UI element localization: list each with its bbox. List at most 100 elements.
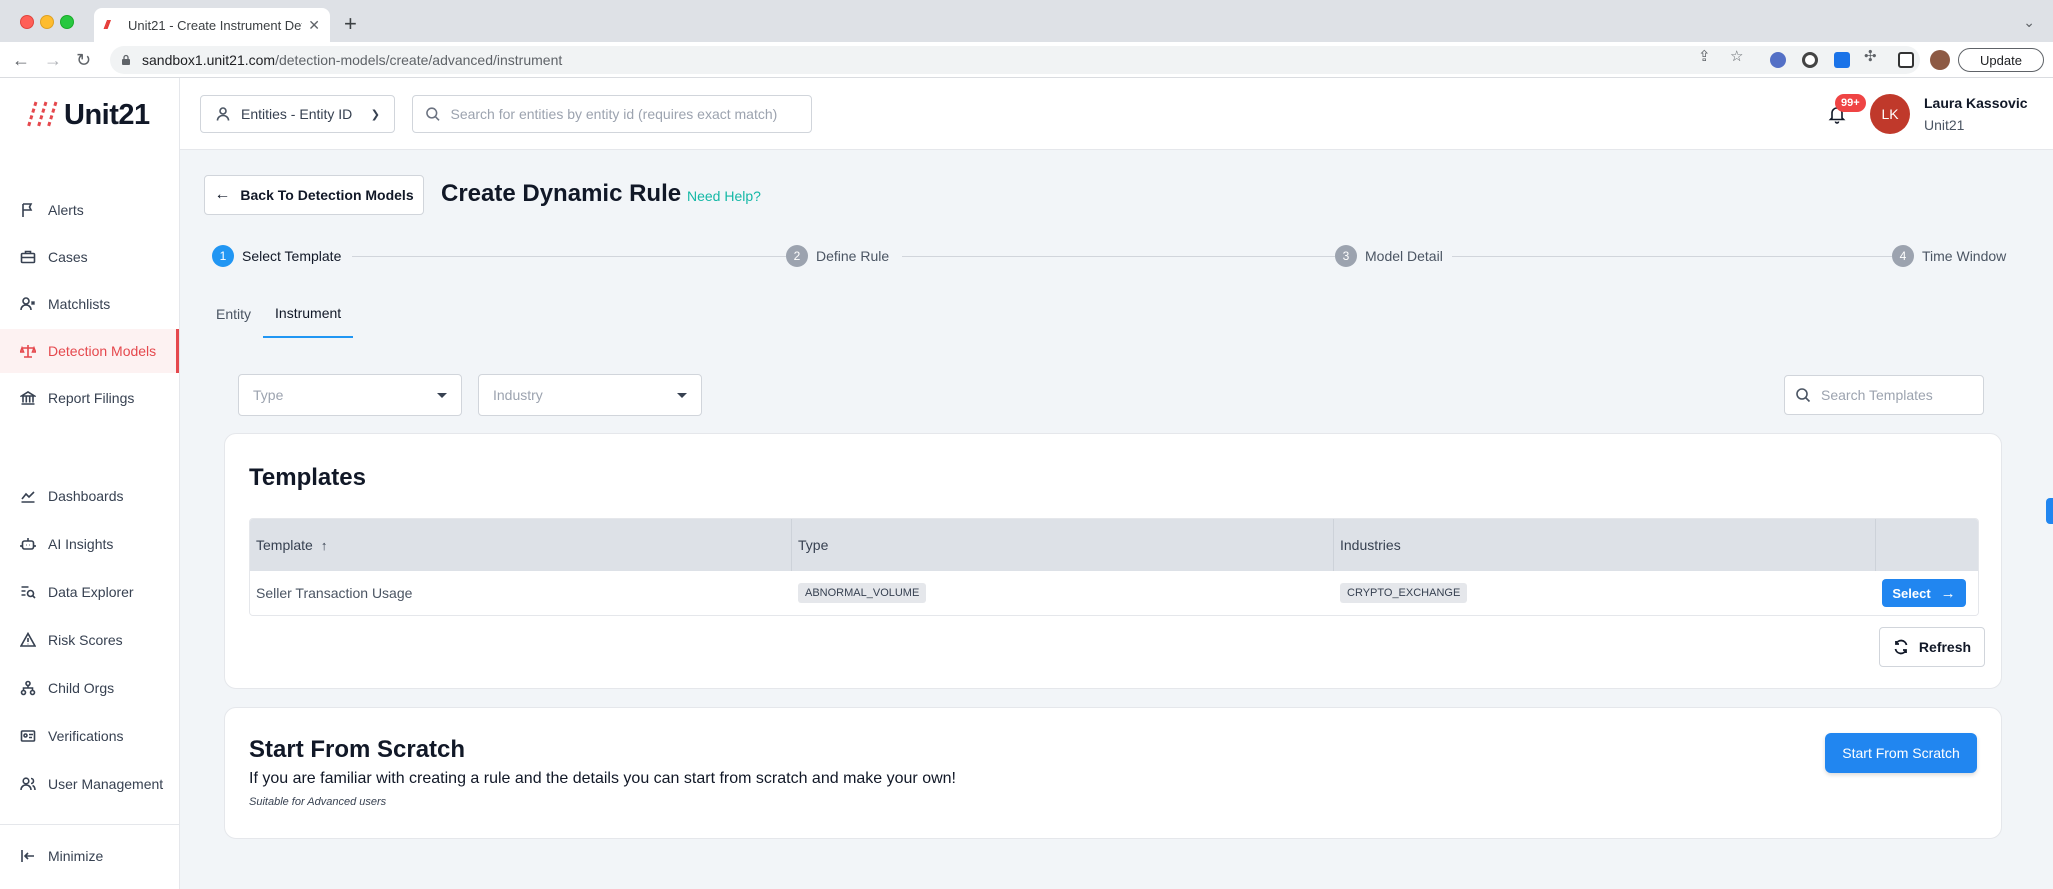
unit21-logo[interactable]: Unit21 xyxy=(26,98,150,132)
back-to-detection-models-button[interactable]: ← Back To Detection Models xyxy=(204,175,424,215)
url-path: /detection-models/create/advanced/instru… xyxy=(275,52,563,68)
step-number: 4 xyxy=(1892,245,1914,267)
window-close-button[interactable] xyxy=(20,15,34,29)
window-zoom-button[interactable] xyxy=(60,15,74,29)
sidebar-item-label: Matchlists xyxy=(48,296,111,312)
type-filter-select[interactable]: Type xyxy=(238,374,462,416)
address-bar[interactable]: sandbox1.unit21.com/detection-models/cre… xyxy=(110,46,1920,74)
tab-instrument[interactable]: Instrument xyxy=(263,290,354,338)
entity-type-select[interactable]: Entities - Entity ID ❯ xyxy=(200,95,395,133)
sidebar-item-label: Alerts xyxy=(48,202,84,218)
browser-profile-avatar[interactable] xyxy=(1930,50,1950,70)
entity-search-box xyxy=(412,95,812,133)
need-help-link[interactable]: Need Help? xyxy=(687,188,761,204)
sidebar-item-detection-models[interactable]: Detection Models xyxy=(0,329,179,373)
sidebar-item-report-filings[interactable]: Report Filings xyxy=(0,376,179,420)
column-header-template[interactable]: Template ↑ xyxy=(250,519,792,571)
back-arrow-icon[interactable]: ← xyxy=(12,50,30,70)
flag-icon xyxy=(22,203,33,217)
new-tab-icon[interactable]: + xyxy=(344,12,357,36)
select-template-button[interactable]: Select → xyxy=(1882,579,1966,607)
browser-tab[interactable]: /// Unit21 - Create Instrument Det ✕ xyxy=(94,8,330,42)
user-avatar[interactable]: LK xyxy=(1870,94,1910,134)
start-from-scratch-button[interactable]: Start From Scratch xyxy=(1825,733,1977,773)
tab-search-chevron-icon[interactable]: ⌄ xyxy=(2023,14,2035,31)
extension-1-icon[interactable] xyxy=(1770,52,1786,68)
reload-icon[interactable]: ↻ xyxy=(76,50,91,70)
step-define-rule[interactable]: 2 Define Rule xyxy=(786,245,896,267)
scale-icon xyxy=(20,345,36,358)
sidebar-divider xyxy=(0,824,179,825)
url-host: sandbox1.unit21.com xyxy=(142,52,276,68)
step-time-window[interactable]: 4 Time Window xyxy=(1892,245,2013,267)
sidebar-item-label: Risk Scores xyxy=(48,632,123,648)
app-root: Unit21 Alerts Cases Matchlists Detection… xyxy=(0,78,2053,889)
sidebar-item-child-orgs[interactable]: Child Orgs xyxy=(0,666,179,710)
sidebar-item-verifications[interactable]: Verifications xyxy=(0,714,179,758)
puzzle-extensions-icon[interactable]: ✣ xyxy=(1864,47,1877,65)
side-scroll-handle[interactable] xyxy=(2046,498,2053,524)
refresh-button[interactable]: Refresh xyxy=(1879,627,1985,667)
sidebar-item-label: Detection Models xyxy=(48,343,157,359)
tab-entity[interactable]: Entity xyxy=(204,290,263,338)
type-filter-placeholder: Type xyxy=(253,387,284,403)
templates-card: Templates Template ↑ Type Industries Sel… xyxy=(224,433,2002,689)
type-chip: ABNORMAL_VOLUME xyxy=(798,583,927,603)
scratch-title: Start From Scratch xyxy=(249,736,466,763)
scratch-description: If you are familiar with creating a rule… xyxy=(249,770,956,787)
step-label: Time Window xyxy=(1922,248,2007,264)
step-select-template[interactable]: 1 Select Template xyxy=(212,245,348,267)
sidebar-item-risk-scores[interactable]: Risk Scores xyxy=(0,618,179,662)
briefcase-icon xyxy=(20,250,36,264)
bookmark-star-icon[interactable]: ☆ xyxy=(1730,47,1743,65)
sidebar-item-data-explorer[interactable]: Data Explorer xyxy=(0,570,179,614)
forward-arrow-icon[interactable]: → xyxy=(44,50,62,70)
sidebar-item-dashboards[interactable]: Dashboards xyxy=(0,474,179,518)
person-icon xyxy=(216,107,230,121)
download-extension-icon[interactable] xyxy=(1834,52,1850,68)
cell-template-name: Seller Transaction Usage xyxy=(256,585,413,601)
id-card-icon xyxy=(20,730,36,742)
browser-chrome: /// Unit21 - Create Instrument Det ✕ + ⌄… xyxy=(0,0,2053,78)
column-header-label: Industries xyxy=(1340,537,1401,553)
tab-close-icon[interactable]: ✕ xyxy=(308,17,320,34)
share-icon[interactable]: ⇪ xyxy=(1698,47,1711,65)
browser-update-button[interactable]: Update xyxy=(1958,48,2044,72)
sidebar-item-matchlists[interactable]: Matchlists xyxy=(0,282,179,326)
table-header: Template ↑ Type Industries xyxy=(250,519,1978,571)
table-row: Seller Transaction Usage ABNORMAL_VOLUME… xyxy=(250,571,1978,615)
user-x-icon xyxy=(20,297,36,311)
sidebar-minimize[interactable]: Minimize xyxy=(0,834,179,878)
sidebar-item-label: Verifications xyxy=(48,728,124,744)
cell-type: ABNORMAL_VOLUME xyxy=(792,571,1334,615)
template-search-input[interactable] xyxy=(1821,387,1971,403)
sidebar-item-user-management[interactable]: User Management xyxy=(0,762,179,806)
entity-search-input[interactable] xyxy=(450,106,799,122)
sidebar-item-ai-insights[interactable]: AI Insights xyxy=(0,522,179,566)
side-panel-icon[interactable] xyxy=(1898,52,1914,68)
browser-toolbar: ← → ↻ sandbox1.unit21.com/detection-mode… xyxy=(0,42,2053,78)
user-org: Unit21 xyxy=(1924,117,1965,133)
window-minimize-button[interactable] xyxy=(40,15,54,29)
chart-line-icon xyxy=(21,491,35,503)
column-header-industries: Industries xyxy=(1334,519,1876,571)
sidebar: Unit21 Alerts Cases Matchlists Detection… xyxy=(0,78,180,889)
step-model-detail[interactable]: 3 Model Detail xyxy=(1335,245,1449,267)
sidebar-item-label: Dashboards xyxy=(48,488,124,504)
search-list-icon xyxy=(21,586,36,599)
select-button-label: Select xyxy=(1892,585,1931,601)
templates-table: Template ↑ Type Industries Seller Transa… xyxy=(249,518,1979,616)
sort-ascending-icon: ↑ xyxy=(320,537,328,553)
search-icon xyxy=(1796,388,1811,403)
sidebar-item-cases[interactable]: Cases xyxy=(0,235,179,279)
column-header-label: Template xyxy=(256,537,313,553)
back-button-label: Back To Detection Models xyxy=(240,187,414,203)
sidebar-item-label: Report Filings xyxy=(48,390,135,406)
sidebar-item-alerts[interactable]: Alerts xyxy=(0,188,179,232)
template-search-box xyxy=(1784,375,1984,415)
templates-title: Templates xyxy=(249,464,366,491)
step-label: Model Detail xyxy=(1365,248,1443,264)
industry-filter-select[interactable]: Industry xyxy=(478,374,702,416)
extension-2-icon[interactable] xyxy=(1802,52,1818,68)
industry-chip: CRYPTO_EXCHANGE xyxy=(1340,583,1468,603)
